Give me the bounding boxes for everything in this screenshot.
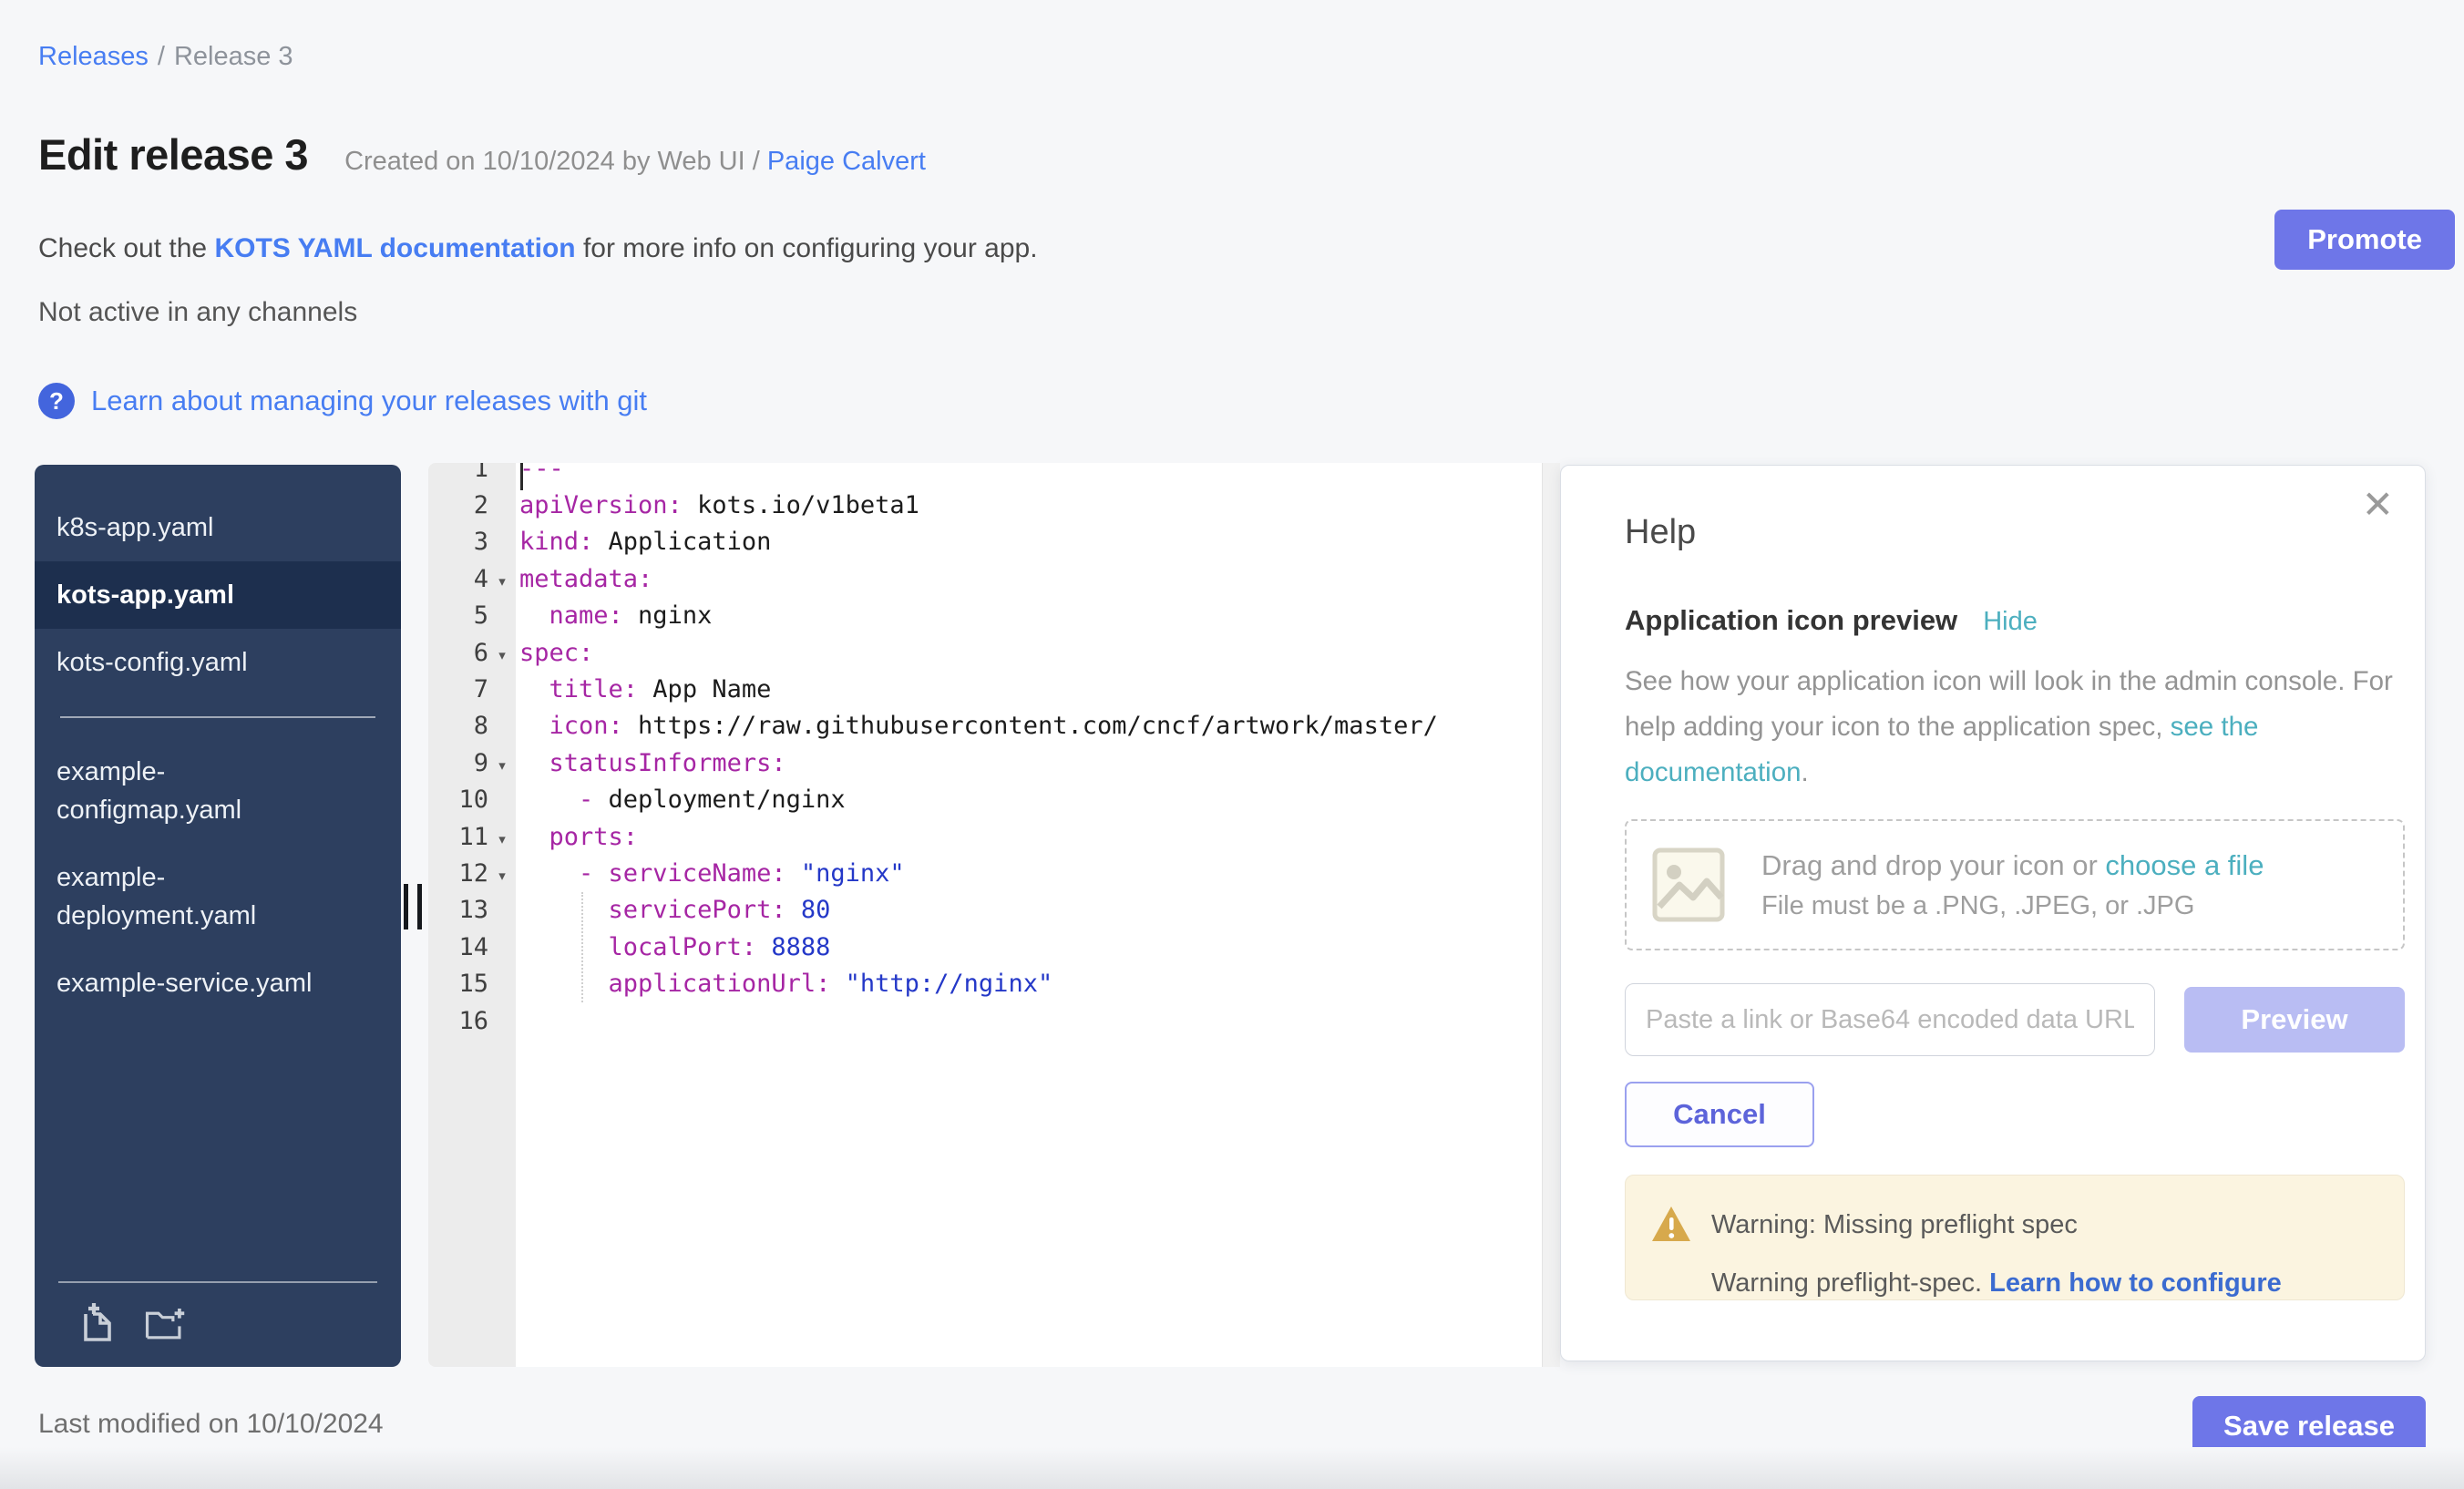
last-modified-text: Last modified on 10/10/2024 [38,1409,384,1440]
help-panel-title: Help [1625,513,1696,552]
code-line-13: 13 servicePort: 80 [428,892,1540,929]
icon-url-input[interactable] [1625,983,2155,1056]
breadcrumb-separator: / [158,42,165,71]
created-text: Created on 10/10/2024 by Web UI / Paige … [344,147,926,177]
choose-file-link[interactable]: choose a file [2105,849,2264,881]
icon-preview-description: See how your application icon will look … [1625,659,2410,796]
fold-arrow-icon[interactable]: ▾ [488,863,516,884]
code-line-11: 11▾ ports: [428,818,1540,855]
file-group-divider [60,716,375,718]
fold-arrow-icon[interactable]: ▾ [488,569,516,590]
yaml-editor[interactable]: 1---2apiVersion: kots.io/v1beta13kind: A… [428,463,1560,1367]
cancel-button[interactable]: Cancel [1625,1082,1814,1147]
fold-arrow-icon[interactable]: ▾ [488,753,516,774]
code-line-16: 16 [428,1002,1540,1039]
sidebar-file-k8s-app.yaml[interactable]: k8s-app.yaml [35,494,401,561]
fold-arrow-icon[interactable]: ▾ [488,827,516,847]
close-icon[interactable]: ✕ [2362,486,2394,524]
author-link[interactable]: Paige Calvert [767,147,926,176]
sidebar-footer [58,1281,377,1367]
code-line-14: 14 localPort: 8888 [428,929,1540,965]
warning-title: Warning: Missing preflight spec [1711,1210,2078,1240]
code-line-4: 4▾metadata: [428,560,1540,597]
editor-scrollbar[interactable] [1542,463,1560,1367]
new-folder-icon[interactable] [144,1301,186,1343]
file-list: k8s-app.yamlkots-app.yamlkots-config.yam… [35,465,401,1017]
page-title: Edit release 3 [38,129,308,180]
warning-triangle-icon [1651,1205,1691,1243]
kots-yaml-docs-link[interactable]: KOTS YAML documentation [214,233,575,263]
sidebar-file-example-service.yaml[interactable]: example-service.yaml [35,950,401,1017]
file-sidebar: k8s-app.yamlkots-app.yamlkots-config.yam… [35,465,401,1367]
sidebar-file-example-configmap.yaml[interactable]: example-configmap.yaml [35,738,401,844]
dropzone-file-rule: File must be a .PNG, .JPEG, or .JPG [1761,891,2264,921]
icon-preview-section-header: Application icon preview Hide [1625,604,2038,637]
code-line-2: 2apiVersion: kots.io/v1beta1 [428,487,1540,523]
dropzone-text: Drag and drop your icon or choose a file… [1761,849,2264,921]
preview-button[interactable]: Preview [2184,987,2405,1053]
code-line-10: 10 - deployment/nginx [428,782,1540,818]
promote-button[interactable]: Promote [2274,210,2455,270]
code-line-6: 6▾spec: [428,634,1540,671]
code-line-5: 5 name: nginx [428,598,1540,634]
docs-line: Check out the KOTS YAML documentation fo… [38,233,1038,264]
bottom-fade [0,1447,2464,1489]
sidebar-file-kots-app.yaml[interactable]: kots-app.yaml [35,561,401,629]
code-line-9: 9▾ statusInformers: [428,744,1540,781]
editor-cursor [520,463,523,490]
code-line-3: 3kind: Application [428,524,1540,560]
learn-configure-link[interactable]: Learn how to configure [1989,1268,2282,1298]
code-line-15: 15 applicationUrl: "http://nginx" [428,965,1540,1001]
sidebar-file-example-deployment.yaml[interactable]: example-deployment.yaml [35,844,401,950]
icon-preview-title: Application icon preview [1625,604,1957,637]
code-lines: 1---2apiVersion: kots.io/v1beta13kind: A… [428,463,1540,1039]
fold-arrow-icon[interactable]: ▾ [488,642,516,663]
icon-dropzone[interactable]: Drag and drop your icon or choose a file… [1625,819,2405,950]
breadcrumb: Releases / Release 3 [38,42,293,72]
code-line-8: 8 icon: https://raw.githubusercontent.co… [428,708,1540,744]
code-line-7: 7 title: App Name [428,671,1540,707]
git-releases-link[interactable]: Learn about managing your releases with … [91,385,647,417]
title-row: Edit release 3 Created on 10/10/2024 by … [38,129,926,180]
code-line-12: 12▾ - serviceName: "nginx" [428,855,1540,891]
preflight-warning-box: Warning: Missing preflight spec Warning … [1625,1175,2405,1300]
indent-guide [581,892,583,1002]
breadcrumb-current: Release 3 [174,42,293,71]
sidebar-resize-handle[interactable] [404,884,431,929]
new-file-icon[interactable] [77,1301,118,1343]
git-help-row: ? Learn about managing your releases wit… [38,383,647,419]
question-circle-icon: ? [38,383,75,419]
sidebar-file-kots-config.yaml[interactable]: kots-config.yaml [35,629,401,696]
edit-release-page: Releases / Release 3 Edit release 3 Create… [0,0,2464,1489]
channel-status-text: Not active in any channels [38,297,357,328]
breadcrumb-releases-link[interactable]: Releases [38,42,149,71]
image-placeholder-icon [1652,841,1725,929]
help-panel: ✕ Help Application icon preview Hide See… [1560,465,2426,1361]
hide-link[interactable]: Hide [1983,607,2038,637]
code-line-1: 1--- [428,463,1540,487]
warning-detail: Warning preflight-spec. Learn how to con… [1711,1268,2282,1299]
